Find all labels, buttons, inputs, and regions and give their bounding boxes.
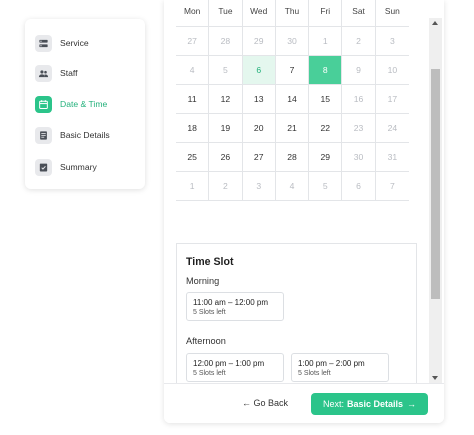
- step-staff[interactable]: Staff: [35, 63, 78, 83]
- calendar-day: 23: [342, 114, 376, 143]
- calendar-day: 4: [176, 56, 210, 85]
- calendar-day[interactable]: 25: [176, 143, 210, 172]
- calendar-day[interactable]: 6: [242, 56, 276, 85]
- calendar-day[interactable]: 26: [209, 143, 243, 172]
- slot-time: 11:00 am – 12:00 pm: [193, 298, 269, 307]
- step-label: Service: [60, 38, 89, 48]
- calendar-day[interactable]: 19: [209, 114, 243, 143]
- calendar-day: 30: [275, 27, 310, 56]
- weekday-label: Mon: [176, 0, 210, 26]
- scroll-down-arrow-icon[interactable]: [432, 376, 438, 380]
- calendar-day: 28: [209, 27, 243, 56]
- calendar-day[interactable]: 18: [176, 114, 210, 143]
- calendar-day: 29: [242, 27, 276, 56]
- next-button[interactable]: Next: Basic Details →: [311, 393, 428, 415]
- calendar-day[interactable]: 27: [242, 143, 276, 172]
- time-slot-afternoon-2[interactable]: 1:00 pm – 2:00 pm 5 Slots left: [291, 353, 389, 382]
- slot-time: 1:00 pm – 2:00 pm: [298, 359, 365, 368]
- calendar-day: 4: [275, 172, 310, 201]
- calendar-day[interactable]: 7: [275, 56, 310, 85]
- calendar: Mon Tue Wed Thu Fri Sat Sun 27 28 29 30 1 2 3 4 5 6 7 8 9 1…: [176, 0, 409, 201]
- weekday-label: Wed: [243, 0, 276, 26]
- slot-availability: 5 Slots left: [298, 370, 331, 377]
- weekday-label: Thu: [276, 0, 310, 26]
- step-basic-details[interactable]: Basic Details: [35, 125, 110, 145]
- calendar-grid: 27 28 29 30 1 2 3 4 5 6 7 8 9 10 11 12 13 14 15 16 17 18 19 20 2…: [176, 26, 409, 201]
- calendar-day[interactable]: 21: [275, 114, 310, 143]
- calendar-day[interactable]: 22: [309, 114, 343, 143]
- checklist-icon: [35, 158, 52, 176]
- calendar-weekdays: Mon Tue Wed Thu Fri Sat Sun: [176, 0, 409, 26]
- next-label: Basic Details: [346, 399, 404, 409]
- time-slot-section: Time Slot Morning 11:00 am – 12:00 pm 5 …: [176, 243, 417, 383]
- time-slot-title: Time Slot: [186, 256, 234, 268]
- calendar-day: 1: [176, 172, 210, 201]
- service-icon: [35, 34, 52, 52]
- step-service[interactable]: Service: [35, 33, 89, 53]
- document-icon: [35, 126, 52, 144]
- calendar-day: 3: [375, 27, 409, 56]
- step-summary[interactable]: Summary: [35, 157, 97, 177]
- step-date-time[interactable]: Date & Time: [35, 94, 107, 114]
- step-label: Staff: [60, 68, 78, 78]
- calendar-day[interactable]: 15: [309, 85, 343, 114]
- slot-time: 12:00 pm – 1:00 pm: [193, 359, 265, 368]
- calendar-day: 5: [209, 56, 243, 85]
- time-slot-morning-1[interactable]: 11:00 am – 12:00 pm 5 Slots left: [186, 292, 284, 321]
- calendar-day: 31: [375, 143, 409, 172]
- calendar-day: 2: [209, 172, 243, 201]
- morning-label: Morning: [186, 276, 220, 286]
- calendar-day: 2: [342, 27, 376, 56]
- calendar-day[interactable]: 11: [176, 85, 210, 114]
- calendar-day: 5: [309, 172, 343, 201]
- calendar-day[interactable]: 28: [275, 143, 310, 172]
- calendar-day: 24: [375, 114, 409, 143]
- slot-availability: 5 Slots left: [193, 370, 226, 377]
- weekday-label: Sun: [384, 6, 400, 16]
- staff-icon: [35, 64, 52, 82]
- slot-availability: 5 Slots left: [193, 309, 226, 316]
- weekday-label: Fri: [309, 0, 343, 26]
- weekday-label: Tue: [209, 0, 243, 26]
- calendar-day: 3: [242, 172, 276, 201]
- step-label: Date & Time: [60, 99, 108, 109]
- weekday-label: Sat: [342, 0, 376, 26]
- calendar-day: 10: [375, 56, 409, 85]
- arrow-right-icon: →: [407, 399, 417, 409]
- booking-panel: Mon Tue Wed Thu Fri Sat Sun 27 28 29 30 1 2 3 4 5 6 7 8 9 1…: [164, 0, 444, 423]
- calendar-day[interactable]: 29: [309, 143, 343, 172]
- calendar-day[interactable]: 14: [275, 85, 310, 114]
- calendar-day: 7: [375, 172, 409, 201]
- calendar-day: 6: [342, 172, 376, 201]
- calendar-day: 30: [342, 143, 376, 172]
- calendar-day[interactable]: 13: [242, 85, 276, 114]
- calendar-day: 1: [309, 27, 343, 56]
- calendar-day: 27: [176, 27, 210, 56]
- step-label: Summary: [60, 162, 97, 172]
- calendar-day-selected[interactable]: 8: [309, 56, 343, 85]
- calendar-icon: [35, 95, 52, 113]
- calendar-day[interactable]: 12: [209, 85, 243, 114]
- go-back-button[interactable]: ← Go Back: [242, 398, 288, 408]
- afternoon-label: Afternoon: [186, 336, 226, 346]
- next-prefix: Next:: [322, 399, 344, 409]
- calendar-day: 9: [342, 56, 376, 85]
- scrollbar-thumb[interactable]: [431, 69, 440, 299]
- panel-scrollbar[interactable]: [429, 18, 442, 383]
- step-label: Basic Details: [60, 130, 110, 140]
- scroll-up-arrow-icon[interactable]: [432, 21, 438, 25]
- time-slot-afternoon-1[interactable]: 12:00 pm – 1:00 pm 5 Slots left: [186, 353, 284, 382]
- calendar-day: 16: [342, 85, 376, 114]
- panel-footer: ← Go Back Next: Basic Details →: [164, 383, 444, 423]
- calendar-day[interactable]: 20: [242, 114, 276, 143]
- steps-sidebar: Service Staff Date & Time Basic Details …: [25, 19, 145, 189]
- calendar-day: 17: [375, 85, 409, 114]
